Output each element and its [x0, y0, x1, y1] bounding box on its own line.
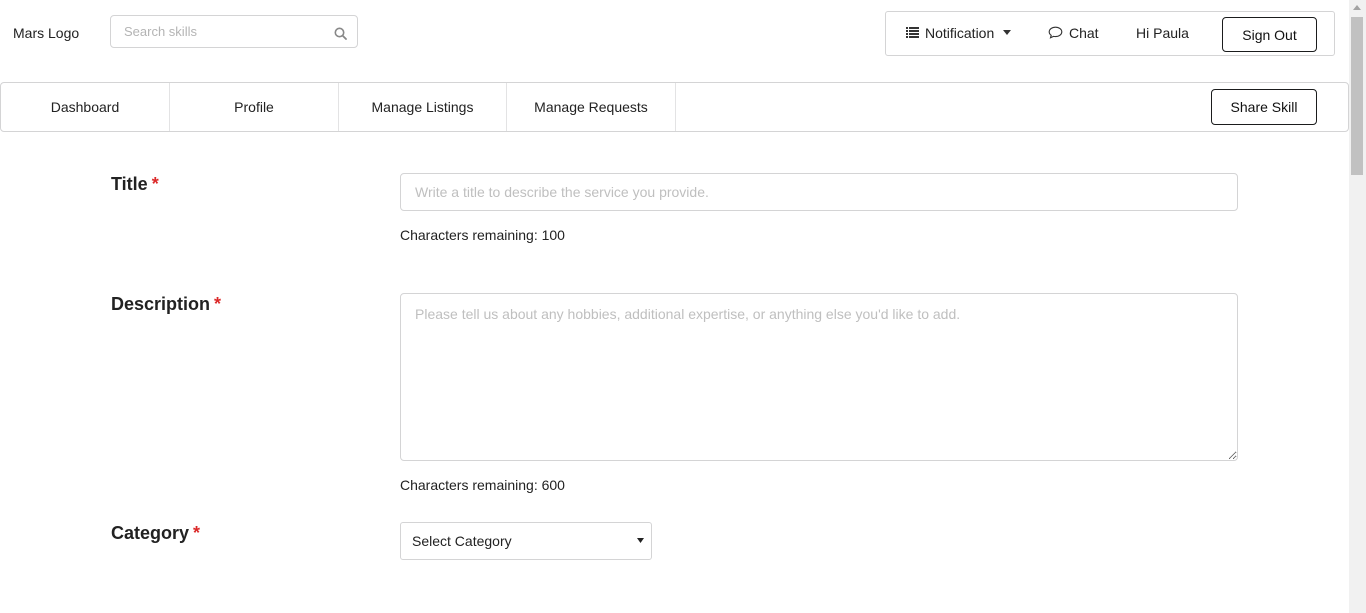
tab-dashboard[interactable]: Dashboard	[1, 83, 170, 131]
user-greeting[interactable]: Hi Paula	[1136, 12, 1189, 55]
chat-label: Chat	[1069, 25, 1099, 41]
mars-logo[interactable]: Mars Logo	[13, 25, 79, 41]
description-textarea[interactable]	[400, 293, 1238, 461]
tab-profile[interactable]: Profile	[170, 83, 339, 131]
sign-out-button[interactable]: Sign Out	[1222, 17, 1317, 52]
required-mark: *	[193, 523, 201, 543]
user-menu: Notification Chat Hi Paula Sign Out	[885, 11, 1335, 56]
title-input[interactable]	[400, 173, 1238, 211]
share-skill-button[interactable]: Share Skill	[1211, 89, 1317, 125]
category-selected-value: Select Category	[412, 533, 512, 549]
title-label: Title *	[111, 174, 159, 195]
scroll-up-arrow-icon[interactable]	[1353, 5, 1361, 10]
tab-manage-requests[interactable]: Manage Requests	[507, 83, 676, 131]
chat-bubble-icon	[1048, 26, 1063, 40]
description-label-text: Description	[111, 294, 211, 314]
required-mark: *	[151, 174, 159, 194]
scrollbar-thumb[interactable]	[1351, 17, 1363, 175]
category-select[interactable]: Select Category	[400, 522, 652, 560]
category-label: Category *	[111, 523, 200, 544]
page-scrollbar[interactable]	[1349, 0, 1366, 613]
page: Mars Logo Notification	[0, 0, 1366, 613]
description-label: Description *	[111, 294, 221, 315]
tab-manage-listings[interactable]: Manage Listings	[339, 83, 507, 131]
category-label-text: Category	[111, 523, 190, 543]
title-char-counter: Characters remaining: 100	[400, 227, 565, 243]
search-box	[110, 15, 358, 48]
caret-down-icon	[637, 538, 644, 543]
search-input[interactable]	[111, 16, 321, 47]
required-mark: *	[214, 294, 222, 314]
description-char-counter: Characters remaining: 600	[400, 477, 565, 493]
caret-down-icon	[1003, 30, 1012, 36]
notification-label: Notification	[925, 25, 995, 41]
list-icon	[906, 27, 919, 39]
chat-link[interactable]: Chat	[1048, 12, 1099, 55]
main-nav: Dashboard Profile Manage Listings Manage…	[0, 82, 1349, 132]
title-label-text: Title	[111, 174, 148, 194]
search-icon[interactable]	[334, 27, 347, 40]
notification-menu[interactable]: Notification	[906, 12, 1012, 55]
